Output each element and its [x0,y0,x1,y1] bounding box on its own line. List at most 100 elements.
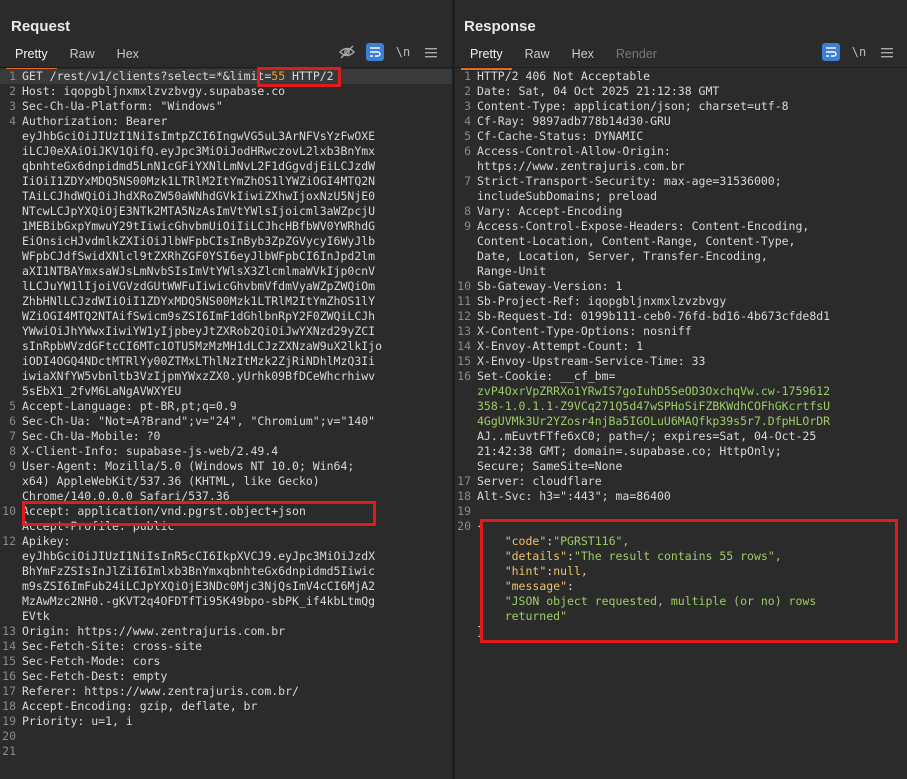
code-line[interactable]: 10 Accept: application/vnd.pgrst.object+j… [0,504,452,519]
code-line[interactable]: aXI1NTBAYmxsaWJsLmNvbSIsImVtYWlsX3Zlcmlm… [0,264,452,279]
code-line[interactable]: 8 X-Client-Info: supabase-js-web/2.49.4 [0,444,452,459]
code-line[interactable]: Content-Location, Content-Range, Content… [455,234,907,249]
menu-icon[interactable] [422,43,440,61]
wrap-lines-icon[interactable] [822,43,840,61]
code-line[interactable]: Chrome/140.0.0.0 Safari/537.36 [0,489,452,504]
tab-hex[interactable]: Hex [572,44,594,66]
code-line[interactable]: 21 [0,744,452,759]
code-line[interactable]: 4 Cf-Ray: 9897adb778b14d30-GRU [455,114,907,129]
code-line[interactable]: 19 Priority: u=1, i [0,714,452,729]
code-line[interactable]: iwiaXNfYW5vbnltb3VzIjpmYWxzZX0.yUrhk09Bf… [0,369,452,384]
code-line[interactable]: 10 Sb-Gateway-Version: 1 [455,279,907,294]
code-line[interactable]: x64) AppleWebKit/537.36 (KHTML, like Gec… [0,474,452,489]
request-editor[interactable]: 1 GET /rest/v1/clients?select=*&limit=55 … [0,69,452,759]
code-line[interactable]: eyJhbGciOiJIUzI1NiIsInR5cCI6IkpXVCJ9.eyJ… [0,549,452,564]
code-line[interactable]: WZiOGI4MTQ2NTAifSwicm9sZSI6ImF1dGhlbnRpY… [0,309,452,324]
code-line[interactable]: Secure; SameSite=None [455,459,907,474]
code-line[interactable]: 7 Sec-Ch-Ua-Mobile: ?0 [0,429,452,444]
menu-icon[interactable] [878,43,896,61]
code-line[interactable]: iODI4OGQ4NDctMTRlYy00ZTMxLThlNzItMzk2ZjR… [0,354,452,369]
code-line[interactable]: 358-1.0.1.1-Z9VCq271Q5d47wSPHoSiFZBKWdhC… [455,399,907,414]
code-line[interactable]: 2 Host: iqopgbljnxmxlzvzbvgy.supabase.co [0,84,452,99]
code-line[interactable]: 5sEbX1_2fvM6LaNgAVWXYEU [0,384,452,399]
hide-icon[interactable] [338,43,356,61]
code-line[interactable]: 16 Sec-Fetch-Dest: empty [0,669,452,684]
code-line[interactable]: eyJhbGciOiJIUzI1NiIsImtpZCI6IngwVG5uL3Ar… [0,129,452,144]
newline-icon[interactable]: \n [394,43,412,61]
tab-raw[interactable]: Raw [525,44,550,66]
code-line[interactable]: 7 Strict-Transport-Security: max-age=3153… [455,174,907,189]
code-line[interactable]: Date, Location, Server, Transfer-Encodin… [455,249,907,264]
tab-render[interactable]: Render [616,44,657,66]
code-line[interactable]: 1 HTTP/2 406 Not Acceptable [455,69,907,84]
code-line[interactable]: 14 Sec-Fetch-Site: cross-site [0,639,452,654]
code-line[interactable]: EVtk [0,609,452,624]
code-line[interactable]: } [455,624,907,639]
code-line[interactable]: 3 Content-Type: application/json; charset… [455,99,907,114]
code-line[interactable]: TAiLCJhdWQiOiJhdXRoZW50aWNhdGVkIiwiZXhwI… [0,189,452,204]
response-editor[interactable]: 1 HTTP/2 406 Not Acceptable 2 Date: Sat, 04… [455,69,907,639]
code-line[interactable]: 14 X-Envoy-Attempt-Count: 1 [455,339,907,354]
code-line[interactable]: https://www.zentrajuris.com.br [455,159,907,174]
code-line[interactable]: NTcwLCJpYXQiOjE3NTk2MTA5NzAsImVtYWlsIjoi… [0,204,452,219]
code-line[interactable]: "hint":null, [455,564,907,579]
code-line[interactable]: 15 X-Envoy-Upstream-Service-Time: 33 [455,354,907,369]
code-line[interactable]: 6 Sec-Ch-Ua: "Not=A?Brand";v="24", "Chrom… [0,414,452,429]
code-line[interactable]: 1 GET /rest/v1/clients?select=*&limit=55 … [0,69,452,84]
code-line[interactable]: 2 Date: Sat, 04 Oct 2025 21:12:38 GMT [455,84,907,99]
code-line[interactable]: 5 Cf-Cache-Status: DYNAMIC [455,129,907,144]
code-line[interactable]: 18 Accept-Encoding: gzip, deflate, br [0,699,452,714]
code-line[interactable]: 11 Sb-Project-Ref: iqopgbljnxmxlzvzbvgy [455,294,907,309]
code-line[interactable]: 6 Access-Control-Allow-Origin: [455,144,907,159]
code-line[interactable]: 15 Sec-Fetch-Mode: cors [0,654,452,669]
wrap-lines-icon[interactable] [366,43,384,61]
code-line[interactable]: EiOnsicHJvdmlkZXIiOiJlbWFpbCIsInByb3ZpZG… [0,234,452,249]
code-line[interactable]: iLCJ0eXAiOiJKV1QifQ.eyJpc3MiOiJodHRwczov… [0,144,452,159]
code-line[interactable]: "JSON object requested, multiple (or no)… [455,594,907,609]
code-line[interactable]: IiOiI1ZDYxMDQ5NS00Mzk1LTRlM2ItYmZhOS1lYW… [0,174,452,189]
tab-raw[interactable]: Raw [70,44,95,66]
code-line[interactable]: 13 X-Content-Type-Options: nosniff [455,324,907,339]
code-line[interactable]: "message": [455,579,907,594]
code-line[interactable]: 12 Sb-Request-Id: 0199b111-ceb0-76fd-bd16… [455,309,907,324]
code-line[interactable]: 5 Accept-Language: pt-BR,pt;q=0.9 [0,399,452,414]
code-line[interactable]: zvP4OxrVpZRRXo1YRwIS7goIuhD5SeOD3OxchqVw… [455,384,907,399]
code-line[interactable]: 9 Access-Control-Expose-Headers: Content-… [455,219,907,234]
tab-pretty[interactable]: Pretty [6,44,57,70]
code-line[interactable]: m9sZSI6ImFub24iLCJpYXQiOjE3NDc0Mjc3NjQsI… [0,579,452,594]
code-line[interactable]: 4 Authorization: Bearer [0,114,452,129]
code-line[interactable]: Accept-Profile: public [0,519,452,534]
code-line[interactable]: includeSubDomains; preload [455,189,907,204]
tab-hex[interactable]: Hex [117,44,139,66]
code-line[interactable]: 17 Referer: https://www.zentrajuris.com.b… [0,684,452,699]
code-line[interactable]: sInRpbWVzdGFtcCI6MTc1OTU5MzMzMH1dLCJzZXN… [0,339,452,354]
tab-pretty[interactable]: Pretty [461,44,512,70]
code-line[interactable]: "details":"The result contains 55 rows", [455,549,907,564]
code-line[interactable]: 20 { [455,519,907,534]
code-line[interactable]: Range-Unit [455,264,907,279]
code-line[interactable]: 20 [0,729,452,744]
code-line[interactable]: 3 Sec-Ch-Ua-Platform: "Windows" [0,99,452,114]
code-line[interactable]: ZhbHNlLCJzdWIiOiI1ZDYxMDQ5NS00Mzk1LTRlM2… [0,294,452,309]
code-line[interactable]: qbnhteGx6dnpidmd5LnN1cGFiYXNlLmNvL2F1dGg… [0,159,452,174]
code-line[interactable]: BhYmFzZSIsInJlZiI6Imlxb3BnYmxqbnhteGx6dn… [0,564,452,579]
code-line[interactable]: lLCJuYW1lIjoiVGVzdGUtWWFuIiwicGhvbmVfdmV… [0,279,452,294]
code-line[interactable]: MzAwMzc2NH0.-gKVT2q4OFDTfTi95K49bpo-sbPK… [0,594,452,609]
newline-icon[interactable]: \n [850,43,868,61]
code-line[interactable]: 18 Alt-Svc: h3=":443"; ma=86400 [455,489,907,504]
code-line[interactable]: YWwiOiJhYWwxIiwiYW1yIjpbeyJtZXRob2QiOiJw… [0,324,452,339]
code-line[interactable]: 8 Vary: Accept-Encoding [455,204,907,219]
code-line[interactable]: "code":"PGRST116", [455,534,907,549]
code-line[interactable]: 9 User-Agent: Mozilla/5.0 (Windows NT 10.… [0,459,452,474]
code-line[interactable]: 21:42:38 GMT; domain=.supabase.co; HttpO… [455,444,907,459]
code-line[interactable]: 12 Apikey: [0,534,452,549]
code-line[interactable]: 16 Set-Cookie: __cf_bm= [455,369,907,384]
code-line[interactable]: 19 [455,504,907,519]
code-line[interactable]: 4GgUVMk3Ur2YZosr4njBa5IGOLuU6MAQfkp39s5r… [455,414,907,429]
code-line[interactable]: 13 Origin: https://www.zentrajuris.com.br [0,624,452,639]
code-line[interactable]: 1MEBibGxpYmwuY29tIiwicGhvbmUiOiIiLCJhcHB… [0,219,452,234]
code-line[interactable]: AJ..mEuvtFTfe6xC0; path=/; expires=Sat, … [455,429,907,444]
code-line[interactable]: WFpbCJdfSwidXNlcl9tZXRhZGF0YSI6eyJlbWFpb… [0,249,452,264]
code-line[interactable]: returned" [455,609,907,624]
code-line[interactable]: 17 Server: cloudflare [455,474,907,489]
